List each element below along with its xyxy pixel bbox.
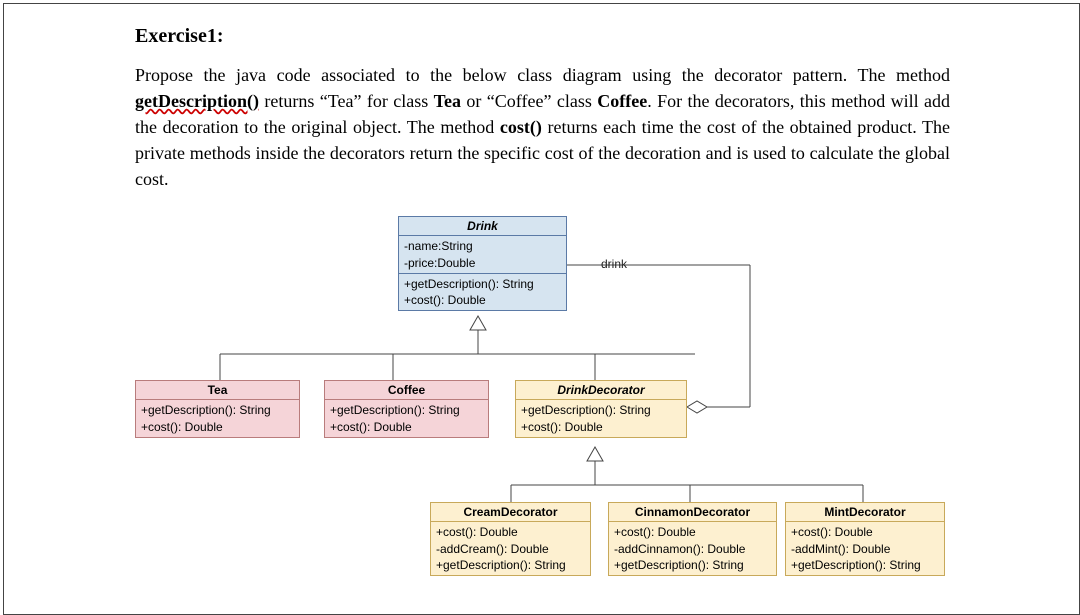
method-cost: cost(): [500, 117, 542, 137]
uml-class-creamdecorator: CreamDecorator +cost(): Double -addCream…: [430, 502, 591, 576]
uml-class-drink: Drink -name:String -price:Double +getDes…: [398, 216, 567, 311]
uml-class-drinkdecorator: DrinkDecorator +getDescription(): String…: [515, 380, 687, 437]
op: +cost(): Double: [404, 292, 561, 308]
op: +cost(): Double: [141, 419, 294, 435]
class-title: Coffee: [325, 381, 488, 400]
op: +getDescription(): String: [521, 402, 681, 418]
operations: +cost(): Double -addCream(): Double +get…: [431, 522, 590, 575]
text: Propose the java code associated to the …: [135, 65, 950, 85]
op: +getDescription(): String: [436, 557, 585, 573]
op: +getDescription(): String: [404, 276, 561, 292]
op: -addMint(): Double: [791, 541, 939, 557]
class-title: CinnamonDecorator: [609, 503, 776, 522]
association-label-drink: drink: [601, 257, 627, 271]
operations: +cost(): Double -addCinnamon(): Double +…: [609, 522, 776, 575]
class-title: Tea: [136, 381, 299, 400]
uml-class-cinnamondecorator: CinnamonDecorator +cost(): Double -addCi…: [608, 502, 777, 576]
text: returns “Tea” for class: [259, 91, 434, 111]
uml-class-mintdecorator: MintDecorator +cost(): Double -addMint()…: [785, 502, 945, 576]
class-tea: Tea: [434, 91, 461, 111]
attributes: -name:String -price:Double: [399, 236, 566, 273]
class-title: CreamDecorator: [431, 503, 590, 522]
uml-diagram: Drink -name:String -price:Double +getDes…: [135, 210, 950, 590]
attr: -name:String: [404, 238, 561, 254]
class-title: Drink: [399, 217, 566, 236]
op: -addCream(): Double: [436, 541, 585, 557]
operations: +getDescription(): String +cost(): Doubl…: [136, 400, 299, 436]
exercise-description: Propose the java code associated to the …: [135, 62, 950, 192]
op: +getDescription(): String: [141, 402, 294, 418]
op: +cost(): Double: [436, 524, 585, 540]
op: +cost(): Double: [614, 524, 771, 540]
class-coffee: Coffee: [597, 91, 647, 111]
op: +cost(): Double: [791, 524, 939, 540]
operations: +cost(): Double -addMint(): Double +getD…: [786, 522, 944, 575]
operations: +getDescription(): String +cost(): Doubl…: [325, 400, 488, 436]
operations: +getDescription(): String +cost(): Doubl…: [516, 400, 686, 436]
aggregation-diamond: [687, 401, 707, 413]
attr: -price:Double: [404, 255, 561, 271]
class-title: MintDecorator: [786, 503, 944, 522]
op: +cost(): Double: [330, 419, 483, 435]
op: +getDescription(): String: [791, 557, 939, 573]
exercise-heading: Exercise1:: [135, 25, 950, 48]
inherit-arrow-decorator: [587, 447, 603, 461]
inherit-arrow-drink: [470, 316, 486, 330]
class-title: DrinkDecorator: [516, 381, 686, 400]
op: -addCinnamon(): Double: [614, 541, 771, 557]
op: +cost(): Double: [521, 419, 681, 435]
op: +getDescription(): String: [614, 557, 771, 573]
operations: +getDescription(): String +cost(): Doubl…: [399, 274, 566, 310]
op: +getDescription(): String: [330, 402, 483, 418]
uml-class-tea: Tea +getDescription(): String +cost(): D…: [135, 380, 300, 437]
uml-class-coffee: Coffee +getDescription(): String +cost()…: [324, 380, 489, 437]
text: or “Coffee” class: [461, 91, 597, 111]
method-getdescription: getDescription(): [135, 91, 259, 111]
